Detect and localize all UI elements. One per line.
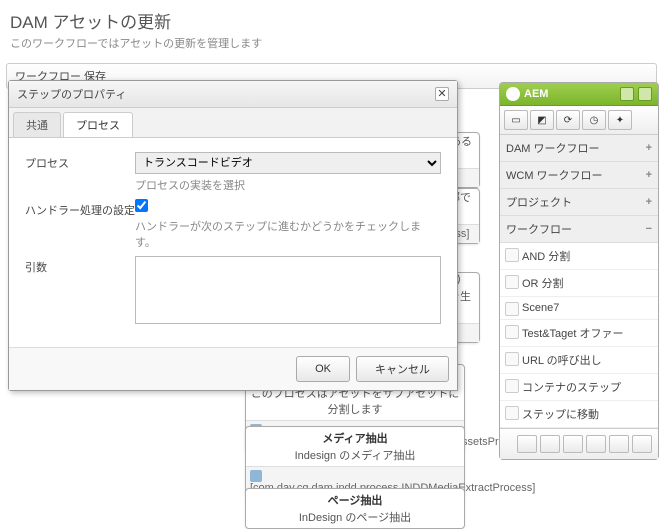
java-icon xyxy=(250,470,262,482)
step-sub: InDesign のページ抽出 xyxy=(246,509,464,528)
collapse-icon[interactable] xyxy=(620,87,634,101)
handler-label: ハンドラー処理の設定 xyxy=(25,199,135,218)
process-label: プロセス xyxy=(25,152,135,171)
copy-icon[interactable] xyxy=(586,435,606,453)
tab-process[interactable]: プロセス xyxy=(63,112,133,137)
mode-workflow-icon[interactable]: ⟳ xyxy=(556,110,580,130)
world-icon[interactable] xyxy=(632,435,652,453)
ok-button[interactable]: OK xyxy=(296,356,350,382)
step-sub: Indesign のメディア抽出 xyxy=(246,447,464,466)
dialog-tabs: 共通 プロセス xyxy=(9,108,457,138)
close-icon[interactable]: ✕ xyxy=(435,87,449,101)
sidekick-item[interactable]: Test&Taget オファー xyxy=(500,320,658,347)
sidekick-item[interactable]: URL の呼び出し xyxy=(500,347,658,374)
sidekick-category[interactable]: ワークフロー− xyxy=(500,216,658,243)
sidekick-item[interactable]: コンテナのステップ xyxy=(500,374,658,401)
process-select[interactable]: トランスコードビデオ xyxy=(135,152,441,174)
sidekick-item[interactable]: ステップに移動 xyxy=(500,401,658,428)
sidekick-item[interactable]: AND 分割 xyxy=(500,243,658,270)
tab-common[interactable]: 共通 xyxy=(13,112,61,137)
link-icon[interactable] xyxy=(609,435,629,453)
step-title: ページ抽出 xyxy=(246,489,464,509)
sidekick: AEM ▭ ◩ ⟳ ◷ ✦ DAM ワークフロー+ WCM ワークフロー+ プロ… xyxy=(499,82,659,460)
args-label: 引数 xyxy=(25,256,135,275)
mode-versioning-icon[interactable]: ◷ xyxy=(582,110,606,130)
close-icon[interactable] xyxy=(638,87,652,101)
workflow-step[interactable]: ページ抽出 InDesign のページ抽出 xyxy=(245,488,465,529)
gear-icon xyxy=(506,87,520,101)
edit-icon[interactable] xyxy=(517,435,537,453)
page-subtitle: このワークフローではアセットの更新を管理します xyxy=(10,35,653,51)
mode-page-icon[interactable]: ▭ xyxy=(504,110,528,130)
sidekick-bottom-toolbar xyxy=(500,428,658,459)
mode-components-icon[interactable]: ◩ xyxy=(530,110,554,130)
handler-checkbox[interactable] xyxy=(135,199,148,212)
step-properties-dialog: ステップのプロパティ ✕ 共通 プロセス プロセス トランスコードビデオ プロセ… xyxy=(8,80,458,391)
sidekick-category[interactable]: DAM ワークフロー+ xyxy=(500,135,658,162)
sidekick-item[interactable]: OR 分割 xyxy=(500,270,658,297)
step-title: メディア抽出 xyxy=(246,427,464,447)
args-textarea[interactable] xyxy=(135,256,441,324)
cancel-button[interactable]: キャンセル xyxy=(356,356,449,382)
sidekick-category[interactable]: WCM ワークフロー+ xyxy=(500,162,658,189)
lock-icon[interactable] xyxy=(563,435,583,453)
page-title: DAM アセットの更新 xyxy=(10,8,653,33)
mode-info-icon[interactable]: ✦ xyxy=(608,110,632,130)
handler-hint: ハンドラーが次のステップに進むかどうかをチェックします。 xyxy=(135,218,441,250)
sidekick-toolbar: ▭ ◩ ⟳ ◷ ✦ xyxy=(500,106,658,135)
sidekick-category[interactable]: プロジェクト+ xyxy=(500,189,658,216)
dialog-title: ステップのプロパティ xyxy=(17,86,126,102)
process-hint: プロセスの実装を選択 xyxy=(135,177,441,193)
wrench-icon[interactable] xyxy=(540,435,560,453)
sidekick-item[interactable]: Scene7 xyxy=(500,297,658,320)
sidekick-header[interactable]: AEM xyxy=(500,83,658,106)
